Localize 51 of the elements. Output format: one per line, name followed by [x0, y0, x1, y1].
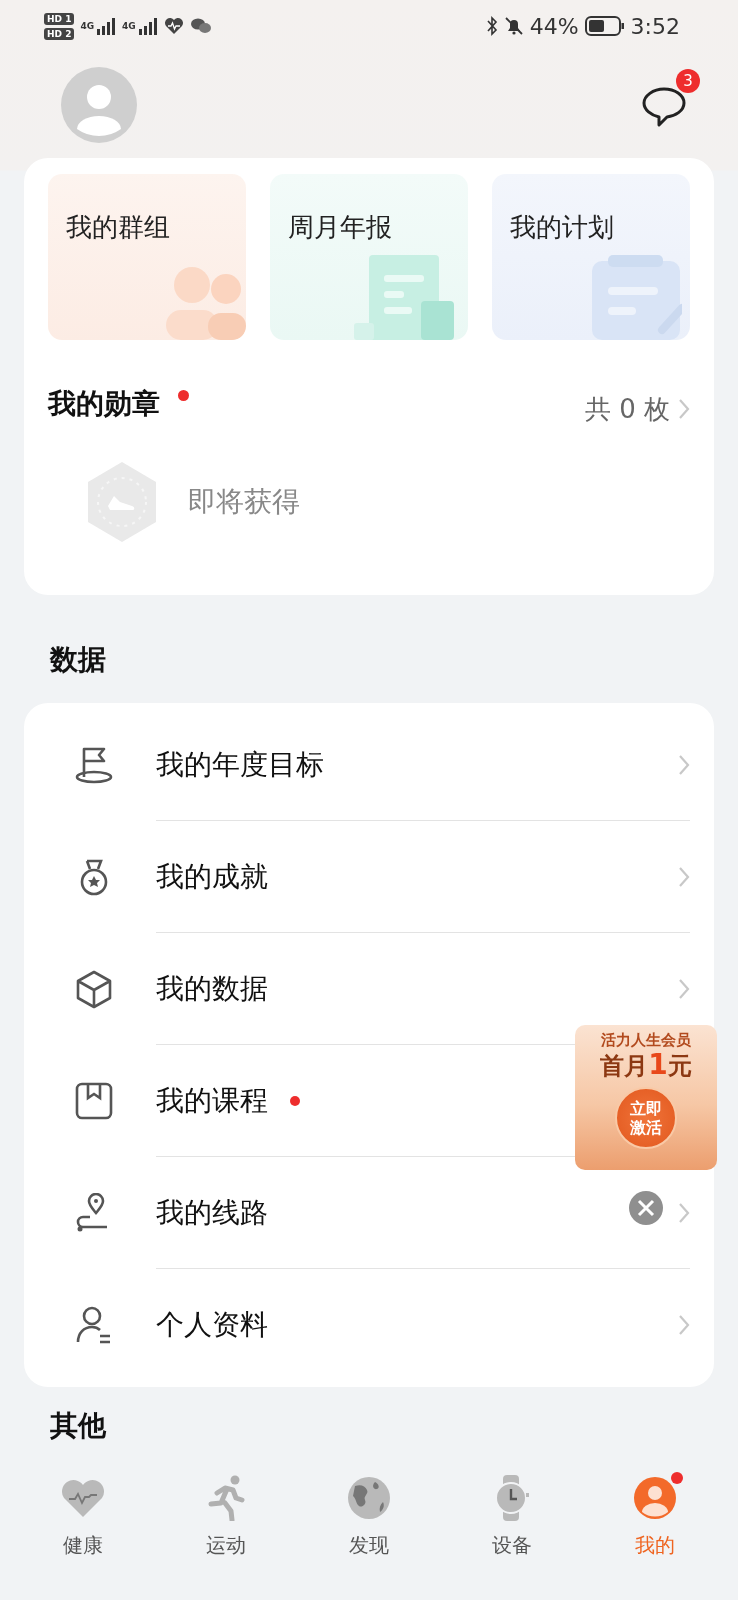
heart-rate-icon	[163, 17, 184, 35]
tile-label: 周月年报	[288, 211, 392, 244]
shortcut-tile[interactable]: 我的群组	[48, 174, 246, 340]
section-heading: 其他	[49, 1408, 107, 1443]
signal-icon	[96, 17, 117, 35]
nav-tab[interactable]: 设备	[461, 1458, 562, 1600]
network-label: 4G	[122, 20, 136, 31]
cube-icon	[74, 969, 114, 1009]
sim-label: HD 1	[44, 12, 75, 25]
menu-label: 我的成就	[156, 858, 268, 895]
nav-tab[interactable]: 发现	[319, 1458, 419, 1600]
medal-count-link[interactable]: 共 0 枚	[584, 391, 670, 427]
message-count-badge: 3	[676, 69, 700, 93]
menu-label: 我的线路	[156, 1194, 268, 1231]
menu-label: 个人资料	[156, 1307, 268, 1343]
network-label: 4G	[80, 20, 95, 31]
promo-price: 首月 1元	[600, 1050, 692, 1081]
promo-popup[interactable]: 活力人生会员 首月 1元 立即 激活	[575, 1025, 717, 1170]
menu-label: 我的课程	[156, 1082, 268, 1119]
shortcut-tile[interactable]: 我的计划	[492, 174, 690, 340]
signal-icon	[137, 17, 158, 35]
document-icon	[354, 255, 454, 340]
section-title: 我的勋章	[48, 386, 160, 422]
upcoming-medal-label: 即将获得	[188, 484, 300, 520]
nav-tab[interactable]: 运动	[176, 1458, 277, 1600]
menu-row[interactable]: 个人资料	[74, 1269, 690, 1381]
book-icon	[74, 1081, 114, 1121]
globe-icon	[347, 1476, 391, 1520]
nav-tab[interactable]: 健康	[33, 1458, 134, 1600]
flag-icon	[74, 745, 114, 785]
menu-row[interactable]: 我的年度目标	[74, 709, 690, 821]
heart-icon	[60, 1477, 107, 1519]
tile-label: 我的群组	[66, 211, 170, 244]
sim-label: HD 2	[44, 27, 75, 40]
battery-icon	[584, 15, 625, 37]
battery-percentage: 44%	[529, 13, 579, 39]
chevron-icon	[678, 1313, 690, 1337]
tile-label: 我的计划	[510, 211, 614, 244]
shortcut-tile[interactable]: 周月年报	[270, 174, 468, 340]
profile-icon	[632, 1476, 677, 1520]
clock-time: 3:52	[630, 13, 680, 39]
close-icon[interactable]	[628, 1190, 664, 1226]
muted-bell-icon	[503, 16, 524, 36]
bluetooth-icon	[485, 16, 498, 36]
chevron-icon	[678, 397, 690, 421]
section-heading: 数据	[48, 642, 107, 678]
menu-row[interactable]: 我的成就	[74, 821, 690, 933]
menu-label: 我的年度目标	[156, 746, 324, 783]
people-icon	[166, 265, 246, 340]
menu-label: 我的数据	[156, 970, 268, 1007]
chat-bubbles-icon	[189, 17, 212, 35]
